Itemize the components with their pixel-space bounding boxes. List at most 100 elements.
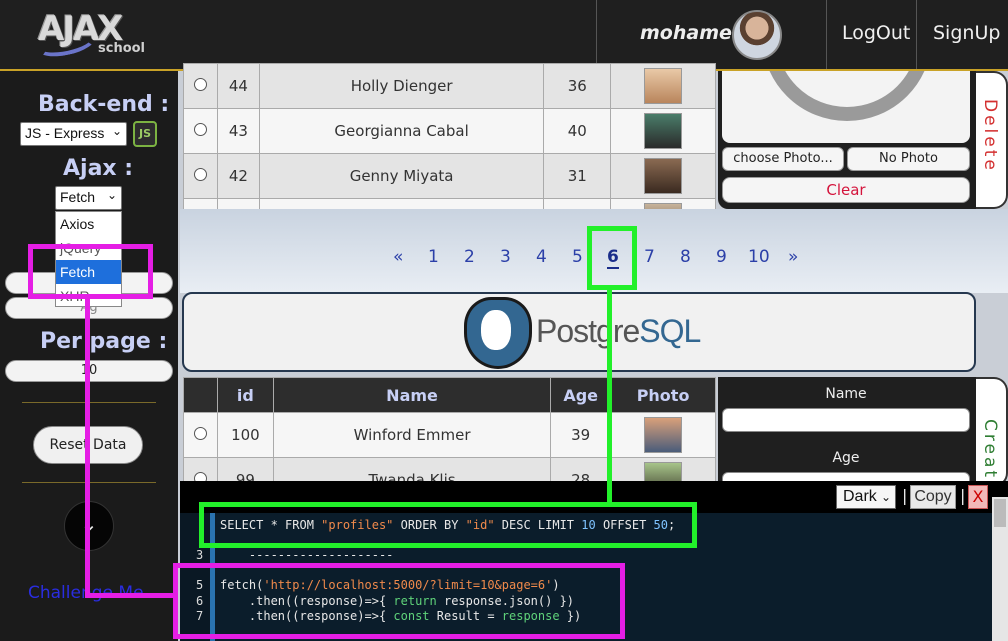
code-scrollbar-thumb[interactable] <box>994 499 1006 527</box>
ajax-school-logo[interactable]: AJAX school <box>34 9 146 61</box>
table-row[interactable]: 100 Winford Emmer 39 <box>183 412 716 458</box>
id-cell: 42 <box>216 153 260 199</box>
logout-link[interactable]: LogOut <box>842 22 910 44</box>
row-select-cell[interactable] <box>183 153 218 199</box>
id-cell: 43 <box>216 108 260 154</box>
theme-select-value: Dark <box>843 488 877 505</box>
ajax-select[interactable]: Fetch ⌄ <box>55 186 122 210</box>
toolbar-separator: | <box>902 486 908 505</box>
ajax-select-value: Fetch <box>60 189 96 205</box>
age-cell: 31 <box>543 153 612 199</box>
age-cell: 40 <box>543 108 612 154</box>
header-divider <box>916 0 917 69</box>
name-cell: Georgianna Cabal <box>258 108 545 154</box>
highlight-active-page <box>587 226 637 290</box>
row-radio[interactable] <box>193 427 207 440</box>
delete-tab[interactable]: Delete <box>976 71 1008 209</box>
highlight-fetch-code <box>173 563 625 639</box>
name-field-label: Name <box>825 386 867 402</box>
table-header-row: id Name Age Photo <box>183 377 716 413</box>
page-10[interactable]: 10 <box>748 247 770 267</box>
connector-magenta <box>85 593 176 598</box>
table-row[interactable]: 42 Genny Miyata 31 <box>183 153 716 199</box>
photo-placeholder-ring <box>762 71 932 121</box>
toolbar-separator: | <box>960 486 966 505</box>
highlight-fetch-option <box>28 244 153 299</box>
photo-cell <box>610 153 716 199</box>
row-radio[interactable] <box>193 78 207 91</box>
nodejs-icon: JS <box>133 121 157 147</box>
row-select-cell[interactable] <box>183 412 218 458</box>
page-9[interactable]: 9 <box>716 247 727 267</box>
header-bar: AJAX school mohamed LogOut SignUp <box>0 0 1008 71</box>
backend-select[interactable]: JS - Express ⌄ <box>20 122 127 146</box>
page-1[interactable]: 1 <box>428 247 439 267</box>
profile-photo <box>644 113 683 149</box>
name-header[interactable]: Name <box>272 377 552 413</box>
photo-preview <box>722 71 970 143</box>
age-cell: 39 <box>550 412 612 458</box>
logo-subtext: school <box>98 41 146 56</box>
photo-cell <box>610 412 716 458</box>
connector-green <box>607 290 612 502</box>
header-divider <box>826 0 827 69</box>
name-cell: Genny Miyata <box>258 153 545 199</box>
user-name: mohamed <box>640 22 746 44</box>
page-3[interactable]: 3 <box>500 247 511 267</box>
delete-tab-label: Delete <box>980 99 1000 173</box>
row-select-cell[interactable] <box>183 63 218 109</box>
id-header[interactable]: id <box>216 377 274 413</box>
code-line: -------------------- <box>220 548 394 562</box>
photo-cell <box>610 108 716 154</box>
ajax-title: Ajax : <box>63 156 134 181</box>
pg-text-part1: Postgre <box>536 313 640 349</box>
page-7[interactable]: 7 <box>644 247 655 267</box>
age-cell: 36 <box>543 63 612 109</box>
age-header[interactable]: Age <box>550 377 612 413</box>
pg-text-part2: SQL <box>639 313 701 349</box>
page-5[interactable]: 5 <box>572 247 583 267</box>
clear-button[interactable]: Clear <box>722 177 970 203</box>
no-photo-button[interactable]: No Photo <box>847 147 970 171</box>
profile-photo <box>644 158 683 194</box>
create-tab[interactable]: Create <box>976 377 1008 494</box>
line-number: 3 <box>196 548 204 562</box>
page-2[interactable]: 2 <box>464 247 475 267</box>
postgresql-logo-text: PostgreSQL <box>536 313 701 350</box>
profile-photo <box>644 68 683 104</box>
page-8[interactable]: 8 <box>680 247 691 267</box>
chevron-down-icon: ⌄ <box>106 188 117 202</box>
backend-title: Back-end : <box>38 92 170 117</box>
name-cell: Winford Emmer <box>272 412 552 458</box>
user-avatar[interactable] <box>732 10 782 60</box>
highlight-sql-query <box>199 502 697 548</box>
photo-header: Photo <box>610 377 716 413</box>
copy-button[interactable]: Copy <box>910 485 956 509</box>
row-radio[interactable] <box>193 123 207 136</box>
close-icon[interactable]: X <box>968 485 988 509</box>
profile-photo <box>644 417 683 453</box>
page-4[interactable]: 4 <box>536 247 547 267</box>
backend-select-value: JS - Express <box>25 125 105 141</box>
theme-select[interactable]: Dark ⌄ <box>836 485 896 509</box>
id-cell: 100 <box>216 412 274 458</box>
page-prev[interactable]: « <box>393 247 403 267</box>
page-next[interactable]: » <box>788 247 798 267</box>
age-field-label: Age <box>832 450 860 466</box>
ajax-option[interactable]: Axios <box>56 212 121 236</box>
connector-magenta <box>85 299 90 598</box>
chevron-down-icon: ⌄ <box>880 490 891 504</box>
header-divider <box>596 0 597 69</box>
choose-photo-button[interactable]: choose Photo... <box>722 147 844 171</box>
select-header <box>183 377 218 413</box>
table-row[interactable]: 44 Holly Dienger 36 <box>183 63 716 109</box>
per-page-title: Per page : <box>40 329 168 354</box>
row-select-cell[interactable] <box>183 108 218 154</box>
row-radio[interactable] <box>193 168 207 181</box>
photo-cell <box>610 63 716 109</box>
signup-link[interactable]: SignUp <box>933 22 1000 44</box>
table-row[interactable]: 43 Georgianna Cabal 40 <box>183 108 716 154</box>
id-cell: 44 <box>216 63 260 109</box>
name-cell: Holly Dienger <box>258 63 545 109</box>
name-field[interactable] <box>722 408 970 432</box>
